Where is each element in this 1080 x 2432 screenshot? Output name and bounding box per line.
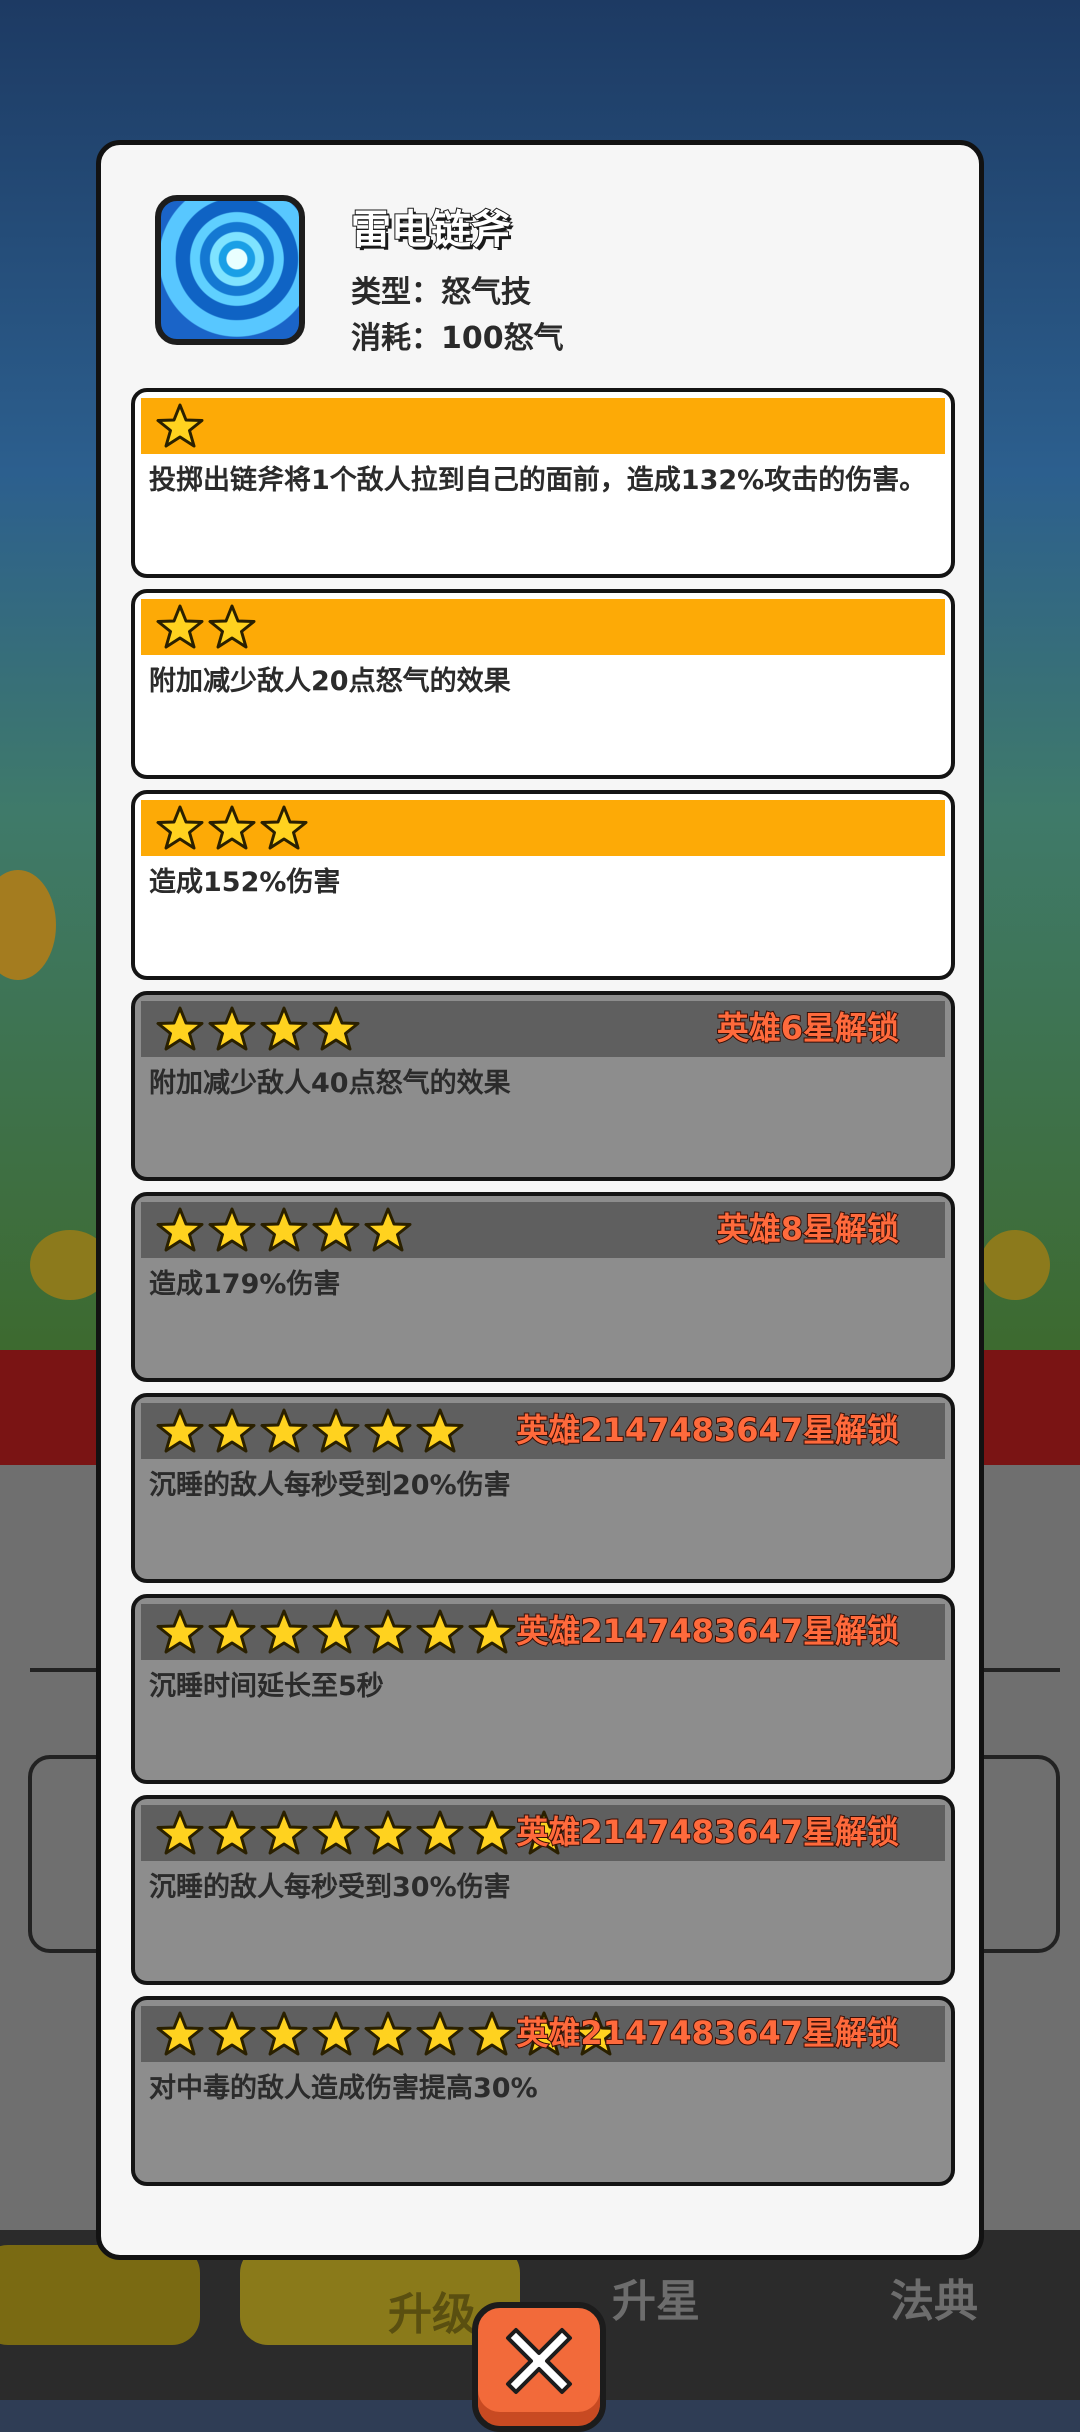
close-button[interactable] [472, 2302, 606, 2432]
star-icon [208, 604, 256, 649]
star-icon [260, 2011, 308, 2056]
star-icon [156, 604, 204, 649]
skill-level-card: 英雄2147483647星解锁对中毒的敌人造成伤害提高30% [131, 1996, 955, 2186]
skill-cost: 消耗：100怒气 [351, 321, 564, 356]
skill-name: 雷电链斧 [350, 206, 512, 254]
skill-level-card: 附加减少敌人20点怒气的效果 [131, 589, 955, 779]
star-icon [260, 805, 308, 850]
star-icon [208, 1006, 256, 1051]
level-header-bar: 英雄2147483647星解锁 [141, 1805, 945, 1861]
star-icon [260, 1408, 308, 1453]
level-description: 造成179%伤害 [149, 1269, 341, 1300]
star-icon [260, 1006, 308, 1051]
skill-level-card: 英雄6星解锁附加减少敌人40点怒气的效果 [131, 991, 955, 1181]
star-icon [312, 2011, 360, 2056]
unlock-requirement: 英雄2147483647星解锁 [515, 2013, 900, 2053]
star-icon [468, 2011, 516, 2056]
star-icon [208, 1810, 256, 1855]
star-rating [155, 1005, 361, 1055]
star-rating [155, 1608, 517, 1658]
level-description: 投掷出链斧将1个敌人拉到自己的面前，造成132%攻击的伤害。 [149, 465, 927, 496]
skill-level-card: 投掷出链斧将1个敌人拉到自己的面前，造成132%攻击的伤害。 [131, 388, 955, 578]
star-icon [364, 1810, 412, 1855]
star-icon [416, 2011, 464, 2056]
skill-type: 类型：怒气技 [351, 275, 531, 310]
star-icon [156, 1006, 204, 1051]
star-icon [208, 1207, 256, 1252]
unlock-requirement: 英雄2147483647星解锁 [515, 1611, 900, 1651]
tab-star[interactable]: 升星 [612, 2265, 700, 2329]
star-icon [260, 1810, 308, 1855]
star-icon [312, 1207, 360, 1252]
star-icon [156, 2011, 204, 2056]
level-description: 附加减少敌人40点怒气的效果 [149, 1068, 511, 1099]
level-header-bar: 英雄8星解锁 [141, 1202, 945, 1258]
star-icon [312, 1609, 360, 1654]
level-header-bar: 英雄2147483647星解锁 [141, 1604, 945, 1660]
star-icon [364, 1207, 412, 1252]
close-icon [506, 2328, 572, 2394]
level-header-bar: 英雄2147483647星解锁 [141, 1403, 945, 1459]
unlock-requirement: 英雄2147483647星解锁 [515, 1410, 900, 1450]
star-icon [156, 1207, 204, 1252]
star-icon [156, 403, 204, 448]
star-rating [155, 804, 309, 854]
back-button-bg[interactable] [0, 2245, 200, 2345]
star-rating [155, 1206, 413, 1256]
star-icon [208, 2011, 256, 2056]
level-header-bar [141, 800, 945, 856]
unlock-requirement: 英雄8星解锁 [716, 1209, 900, 1249]
star-icon [208, 1408, 256, 1453]
level-description: 沉睡的敌人每秒受到30%伤害 [149, 1872, 511, 1903]
star-icon [260, 1207, 308, 1252]
level-description: 造成152%伤害 [149, 867, 341, 898]
star-icon [416, 1408, 464, 1453]
star-icon [312, 1810, 360, 1855]
background-leaf-right [980, 1230, 1050, 1300]
skill-level-card: 造成152%伤害 [131, 790, 955, 980]
star-icon [312, 1006, 360, 1051]
star-icon [156, 1609, 204, 1654]
star-icon [416, 1609, 464, 1654]
star-icon [416, 1810, 464, 1855]
star-icon [364, 2011, 412, 2056]
star-icon [156, 1408, 204, 1453]
tab-upgrade[interactable]: 升级 [388, 2278, 476, 2342]
skill-level-card: 英雄2147483647星解锁沉睡时间延长至5秒 [131, 1594, 955, 1784]
unlock-requirement: 英雄6星解锁 [716, 1008, 900, 1048]
star-icon [312, 1408, 360, 1453]
tab-codex[interactable]: 法典 [890, 2265, 978, 2329]
star-icon [208, 805, 256, 850]
star-rating [155, 1809, 569, 1859]
skill-level-card: 英雄8星解锁造成179%伤害 [131, 1192, 955, 1382]
star-icon [156, 1810, 204, 1855]
star-icon [156, 805, 204, 850]
star-icon [208, 1609, 256, 1654]
star-rating [155, 402, 205, 452]
star-icon [260, 1609, 308, 1654]
whirlpool-icon [155, 195, 305, 345]
star-icon [468, 1810, 516, 1855]
unlock-requirement: 英雄2147483647星解锁 [515, 1812, 900, 1852]
level-header-bar [141, 599, 945, 655]
star-icon [364, 1609, 412, 1654]
level-description: 沉睡时间延长至5秒 [149, 1671, 384, 1702]
skill-level-card: 英雄2147483647星解锁 沉睡的敌人每秒受到20%伤害 [131, 1393, 955, 1583]
star-rating [155, 1407, 465, 1457]
skill-level-card: 英雄2147483647星解锁 沉睡的敌人每秒受到30%伤害 [131, 1795, 955, 1985]
level-description: 附加减少敌人20点怒气的效果 [149, 666, 511, 697]
star-icon [364, 1408, 412, 1453]
level-header-bar: 英雄2147483647星解锁 [141, 2006, 945, 2062]
star-icon [468, 1609, 516, 1654]
level-description: 沉睡的敌人每秒受到20%伤害 [149, 1470, 511, 1501]
skill-detail-modal: 雷电链斧 类型：怒气技 消耗：100怒气 投掷出链斧将1个敌人拉到自己的面前，造… [96, 140, 984, 2260]
level-header-bar [141, 398, 945, 454]
level-header-bar: 英雄6星解锁 [141, 1001, 945, 1057]
level-description: 对中毒的敌人造成伤害提高30% [149, 2073, 538, 2104]
star-rating [155, 603, 257, 653]
